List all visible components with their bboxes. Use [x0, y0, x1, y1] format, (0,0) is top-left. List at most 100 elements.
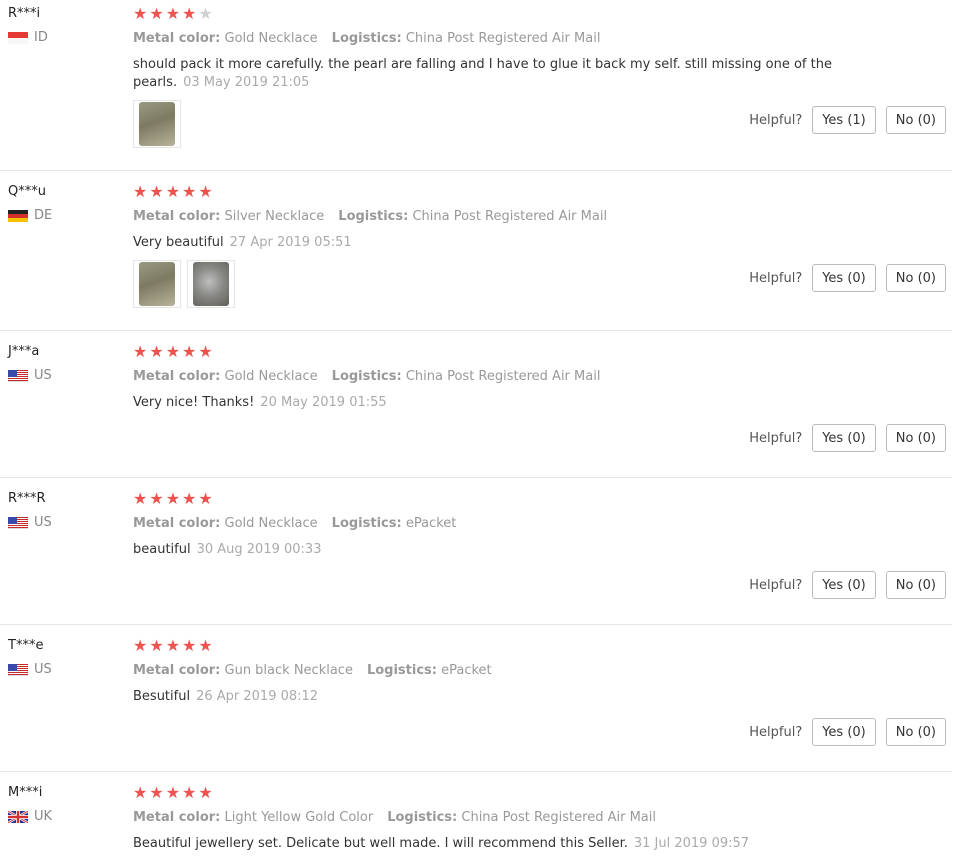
review-comment: Beautiful jewellery set. Delicate but we… — [133, 835, 853, 853]
country-code: ID — [34, 30, 48, 45]
logistics-label: Logistics: — [338, 209, 409, 224]
order-info: Metal color: Gold Necklace Logistics: ePa… — [133, 516, 952, 532]
star-filled-icon: ★ — [198, 342, 213, 361]
review-body: ★ ★ ★ ★ ★ Metal color: Gold Necklace Logistics… — [133, 344, 952, 412]
review-date: 31 Jul 2019 09:57 — [633, 836, 750, 851]
logistics-value: China Post Registered Air Mail — [405, 31, 601, 46]
star-filled-icon: ★ — [182, 489, 197, 508]
review-item: T***e US ★ ★ ★ ★ ★ Metal color: Gun black Neckl… — [0, 638, 952, 772]
star-rating: ★ ★ ★ ★ ★ — [133, 184, 952, 200]
metal-color-value: Silver Necklace — [224, 209, 325, 224]
star-filled-icon: ★ — [182, 182, 197, 201]
reviewer-country: DE — [8, 208, 52, 224]
star-filled-icon: ★ — [182, 783, 197, 802]
order-info: Metal color: Light Yellow Gold Color Logi… — [133, 810, 952, 826]
review-photo-2 — [193, 262, 229, 306]
reviewer: J***a US — [8, 344, 52, 384]
star-filled-icon: ★ — [198, 783, 213, 802]
helpful-vote: Helpful? Yes (1) No (0) — [749, 106, 946, 134]
germany-flag-icon — [8, 210, 28, 222]
review-body: ★ ★ ★ ★ ★ Metal color: Gun black Necklace Logi… — [133, 638, 952, 706]
review-body: ★ ★ ★ ★ ★ Metal color: Gold Necklace Logistics… — [133, 6, 952, 148]
usa-flag-icon — [8, 370, 28, 382]
logistics-value: ePacket — [441, 663, 492, 678]
star-filled-icon: ★ — [165, 636, 181, 655]
reviewer-name: T***e — [8, 638, 44, 653]
logistics-label: Logistics: — [331, 516, 402, 531]
helpful-no-button[interactable]: No (0) — [885, 424, 946, 452]
country-code: DE — [34, 208, 53, 223]
helpful-yes-button[interactable]: Yes (0) — [812, 571, 876, 599]
logistics-value: ePacket — [405, 516, 457, 531]
helpful-label: Helpful? — [749, 270, 803, 286]
reviewer: Q***u DE — [8, 184, 52, 224]
helpful-yes-button[interactable]: Yes (1) — [812, 106, 876, 134]
metal-color-label: Metal color: — [133, 516, 221, 531]
usa-flag-icon — [8, 664, 28, 676]
star-filled-icon: ★ — [165, 489, 181, 508]
metal-color-label: Metal color: — [133, 209, 221, 224]
country-code: US — [34, 662, 52, 677]
helpful-no-button[interactable]: No (0) — [885, 264, 946, 292]
star-filled-icon: ★ — [149, 182, 164, 201]
order-info: Metal color: Silver Necklace Logistics: C… — [133, 209, 952, 225]
star-rating: ★ ★ ★ ★ ★ — [133, 6, 952, 22]
review-photo-thumbnail[interactable] — [187, 260, 235, 308]
country-code: US — [34, 515, 52, 530]
reviewer-name: R***i — [8, 6, 41, 21]
review-comment: beautiful 30 Aug 2019 00:33 — [133, 541, 853, 559]
metal-color-label: Metal color: — [133, 369, 221, 384]
review-text: beautiful — [133, 542, 191, 557]
star-filled-icon: ★ — [182, 636, 197, 655]
review-photo-1 — [139, 262, 175, 306]
helpful-no-button[interactable]: No (0) — [885, 571, 946, 599]
review-comment: should pack it more carefully. the pearl… — [133, 56, 853, 92]
indonesia-flag-icon — [8, 32, 28, 44]
helpful-yes-button[interactable]: Yes (0) — [812, 718, 876, 746]
star-rating: ★ ★ ★ ★ ★ — [133, 491, 952, 507]
helpful-no-button[interactable]: No (0) — [885, 106, 946, 134]
review-body: ★ ★ ★ ★ ★ Metal color: Light Yellow Gold Colo… — [133, 785, 952, 853]
review-comment: Very beautiful 27 Apr 2019 05:51 — [133, 234, 853, 252]
review-photo-thumbnail[interactable] — [133, 100, 181, 148]
star-filled-icon: ★ — [182, 342, 197, 361]
reviewer-name: R***R — [8, 491, 46, 506]
logistics-label: Logistics: — [366, 663, 437, 678]
star-filled-icon: ★ — [182, 4, 197, 23]
review-date: 26 Apr 2019 08:12 — [196, 689, 319, 704]
reviewer-name: J***a — [8, 344, 40, 359]
star-filled-icon: ★ — [133, 182, 148, 201]
metal-color-value: Gold Necklace — [224, 516, 318, 531]
review-text: Beautiful jewellery set. Delicate but we… — [133, 836, 628, 851]
star-filled-icon: ★ — [133, 489, 148, 508]
star-filled-icon: ★ — [149, 783, 164, 802]
review-comment: Besutiful 26 Apr 2019 08:12 — [133, 688, 853, 706]
metal-color-value: Gun black Necklace — [224, 663, 353, 678]
review-item: R***i ID ★ ★ ★ ★ ★ Metal color: Gold Necklace Lo… — [0, 6, 952, 171]
metal-color-value: Light Yellow Gold Color — [224, 810, 374, 825]
star-filled-icon: ★ — [133, 342, 148, 361]
reviewer-name: M***i — [8, 785, 43, 800]
logistics-label: Logistics: — [331, 31, 402, 46]
star-filled-icon: ★ — [165, 182, 181, 201]
review-photos — [133, 100, 181, 148]
review-photo-thumbnail[interactable] — [133, 260, 181, 308]
helpful-no-button[interactable]: No (0) — [885, 718, 946, 746]
star-empty-icon: ★ — [198, 4, 213, 23]
reviewer: M***i UK — [8, 785, 52, 825]
star-filled-icon: ★ — [149, 636, 164, 655]
star-rating: ★ ★ ★ ★ ★ — [133, 785, 952, 801]
review-date: 20 May 2019 01:55 — [260, 395, 387, 410]
helpful-yes-button[interactable]: Yes (0) — [812, 424, 876, 452]
helpful-label: Helpful? — [749, 112, 803, 128]
review-item: J***a US ★ ★ ★ ★ ★ Metal color: Gold Necklace Lo… — [0, 344, 952, 478]
helpful-label: Helpful? — [749, 724, 803, 740]
star-filled-icon: ★ — [149, 342, 164, 361]
review-date: 03 May 2019 21:05 — [183, 75, 310, 90]
helpful-yes-button[interactable]: Yes (0) — [812, 264, 876, 292]
helpful-vote: Helpful? Yes (0) No (0) — [749, 264, 946, 292]
usa-flag-icon — [8, 517, 28, 529]
reviewer: T***e US — [8, 638, 52, 678]
review-body: ★ ★ ★ ★ ★ Metal color: Gold Necklace Logistics… — [133, 491, 952, 559]
star-filled-icon: ★ — [133, 4, 148, 23]
